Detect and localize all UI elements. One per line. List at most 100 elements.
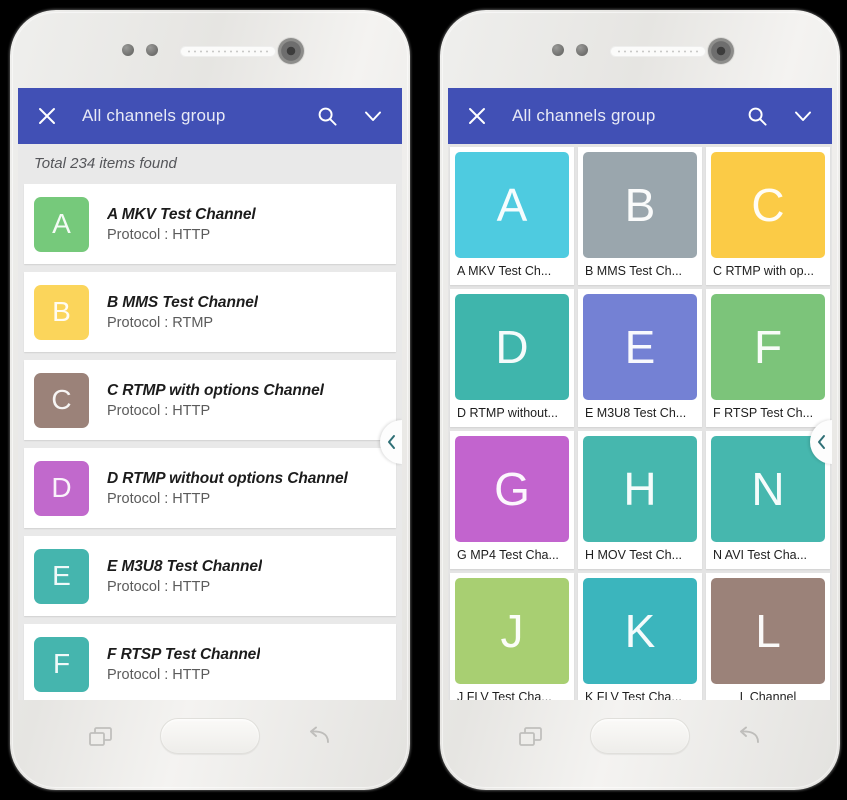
phone-device-right: All channels group A A MKV Test Ch... B B M… bbox=[440, 10, 840, 790]
channel-grid-tile[interactable]: L L Channel bbox=[706, 573, 830, 700]
close-icon[interactable] bbox=[32, 101, 62, 131]
channel-grid-tile[interactable]: E E M3U8 Test Ch... bbox=[578, 289, 702, 428]
proximity-sensor-icon bbox=[122, 44, 134, 56]
channel-grid-tile[interactable]: B B MMS Test Ch... bbox=[578, 147, 702, 286]
channel-grid-tile[interactable]: C C RTMP with op... bbox=[706, 147, 830, 286]
channel-list-item[interactable]: E E M3U8 Test Channel Protocol : HTTP bbox=[24, 536, 396, 616]
thumbnail-letter: B bbox=[624, 179, 656, 231]
back-icon[interactable] bbox=[736, 726, 762, 753]
search-icon[interactable] bbox=[312, 101, 342, 131]
result-count-label: Total 234 items found bbox=[18, 144, 402, 184]
chevron-down-icon[interactable] bbox=[358, 101, 388, 131]
channel-thumbnail: H bbox=[583, 436, 697, 543]
chevron-down-icon[interactable] bbox=[788, 101, 818, 131]
channel-protocol: Protocol : HTTP bbox=[107, 490, 211, 507]
back-icon[interactable] bbox=[306, 726, 332, 753]
channel-tile-label: E M3U8 Test Ch... bbox=[585, 406, 687, 421]
toolbar-title: All channels group bbox=[512, 106, 656, 125]
channel-list-item[interactable]: F F RTSP Test Channel Protocol : HTTP bbox=[24, 624, 396, 700]
channel-tile-label: H MOV Test Ch... bbox=[585, 548, 683, 563]
toolbar-title: All channels group bbox=[82, 106, 226, 125]
channel-title: F RTSP Test Channel bbox=[107, 645, 261, 663]
channel-grid-tile[interactable]: K K FLV Test Cha... bbox=[578, 573, 702, 700]
recents-icon[interactable] bbox=[518, 726, 544, 753]
close-icon[interactable] bbox=[462, 101, 492, 131]
channel-grid-tile[interactable]: F F RTSP Test Ch... bbox=[706, 289, 830, 428]
channel-avatar: B bbox=[34, 284, 89, 340]
channel-thumbnail: K bbox=[583, 578, 697, 685]
thumbnail-letter: G bbox=[494, 463, 530, 516]
channel-title: A MKV Test Channel bbox=[107, 205, 256, 223]
channel-avatar: F bbox=[34, 636, 89, 692]
thumbnail-letter: J bbox=[500, 605, 524, 658]
channel-grid: A A MKV Test Ch... B B MMS Test Ch... C C RTM… bbox=[450, 147, 830, 700]
channel-grid-tile[interactable]: A A MKV Test Ch... bbox=[450, 147, 574, 286]
channel-text-block: F RTSP Test Channel Protocol : HTTP bbox=[107, 646, 260, 683]
earpiece-speaker-icon bbox=[180, 46, 276, 57]
channel-grid-tile[interactable]: H H MOV Test Ch... bbox=[578, 431, 702, 570]
channel-tile-label: F RTSP Test Ch... bbox=[713, 406, 814, 421]
channel-text-block: B MMS Test Channel Protocol : RTMP bbox=[107, 294, 258, 331]
toolbar-left: All channels group bbox=[18, 88, 402, 144]
screenshot-stage: All channels group Total 234 items found… bbox=[0, 0, 847, 800]
avatar-letter: A bbox=[52, 208, 71, 239]
search-icon[interactable] bbox=[742, 101, 772, 131]
channel-text-block: E M3U8 Test Channel Protocol : HTTP bbox=[107, 558, 262, 595]
phone-top-bezel bbox=[440, 10, 840, 88]
channel-title: D RTMP without options Channel bbox=[107, 469, 348, 487]
light-sensor-icon bbox=[576, 44, 588, 56]
phone-device-left: All channels group Total 234 items found… bbox=[10, 10, 410, 790]
nav-bar-left bbox=[10, 700, 410, 790]
channel-thumbnail: D bbox=[455, 294, 569, 401]
toolbar-right: All channels group bbox=[448, 88, 832, 144]
home-button[interactable] bbox=[590, 718, 690, 754]
channel-tile-label: L Channel bbox=[739, 690, 797, 700]
channel-grid-tile[interactable]: D D RTMP without... bbox=[450, 289, 574, 428]
light-sensor-icon bbox=[146, 44, 158, 56]
toolbar-actions bbox=[742, 101, 818, 131]
channel-grid-pane[interactable]: A A MKV Test Ch... B B MMS Test Ch... C C RTM… bbox=[448, 144, 832, 700]
channel-thumbnail: J bbox=[455, 578, 569, 685]
channel-tile-label: B MMS Test Ch... bbox=[585, 264, 683, 279]
avatar-letter: C bbox=[51, 384, 72, 415]
channel-thumbnail: L bbox=[711, 578, 825, 685]
channel-thumbnail: B bbox=[583, 152, 697, 259]
channel-grid-tile[interactable]: J J FLV Test Cha... bbox=[450, 573, 574, 700]
channel-list-item[interactable]: D D RTMP without options Channel Protocol … bbox=[24, 448, 396, 528]
avatar-letter: D bbox=[51, 472, 72, 503]
channel-thumbnail: N bbox=[711, 436, 825, 543]
channel-protocol: Protocol : HTTP bbox=[107, 578, 211, 595]
toolbar-actions bbox=[312, 101, 388, 131]
channel-grid-tile[interactable]: G G MP4 Test Cha... bbox=[450, 431, 574, 570]
channel-tile-label: D RTMP without... bbox=[457, 406, 558, 421]
proximity-sensor-icon bbox=[552, 44, 564, 56]
channel-protocol: Protocol : HTTP bbox=[107, 226, 211, 243]
channel-avatar: A bbox=[34, 196, 89, 252]
channel-tile-label: C RTMP with op... bbox=[713, 264, 814, 279]
thumbnail-letter: E bbox=[624, 321, 656, 374]
avatar-letter: E bbox=[52, 560, 71, 591]
thumbnail-letter: H bbox=[623, 463, 657, 516]
earpiece-speaker-icon bbox=[610, 46, 706, 57]
channel-title: B MMS Test Channel bbox=[107, 293, 258, 311]
channel-text-block: A MKV Test Channel Protocol : HTTP bbox=[107, 206, 256, 243]
recents-icon[interactable] bbox=[88, 726, 114, 753]
avatar-letter: F bbox=[52, 648, 71, 679]
channel-list-item[interactable]: C C RTMP with options Channel Protocol : H… bbox=[24, 360, 396, 440]
channel-thumbnail: F bbox=[711, 294, 825, 401]
channel-protocol: Protocol : HTTP bbox=[107, 666, 211, 683]
channel-thumbnail: C bbox=[711, 152, 825, 259]
channel-text-block: D RTMP without options Channel Protocol :… bbox=[107, 470, 348, 507]
thumbnail-letter: L bbox=[755, 605, 781, 658]
channel-list-item[interactable]: A A MKV Test Channel Protocol : HTTP bbox=[24, 184, 396, 264]
channel-thumbnail: A bbox=[455, 152, 569, 259]
channel-list-item[interactable]: B B MMS Test Channel Protocol : RTMP bbox=[24, 272, 396, 352]
channel-tile-label: A MKV Test Ch... bbox=[457, 264, 552, 279]
channel-title: C RTMP with options Channel bbox=[107, 381, 324, 399]
channel-list-pane[interactable]: Total 234 items found A A MKV Test Channe… bbox=[18, 144, 402, 700]
home-button[interactable] bbox=[160, 718, 260, 754]
screen-right: All channels group A A MKV Test Ch... B B M… bbox=[448, 88, 832, 700]
channel-avatar: E bbox=[34, 548, 89, 604]
thumbnail-letter: N bbox=[751, 463, 785, 516]
phone-top-bezel bbox=[10, 10, 410, 88]
